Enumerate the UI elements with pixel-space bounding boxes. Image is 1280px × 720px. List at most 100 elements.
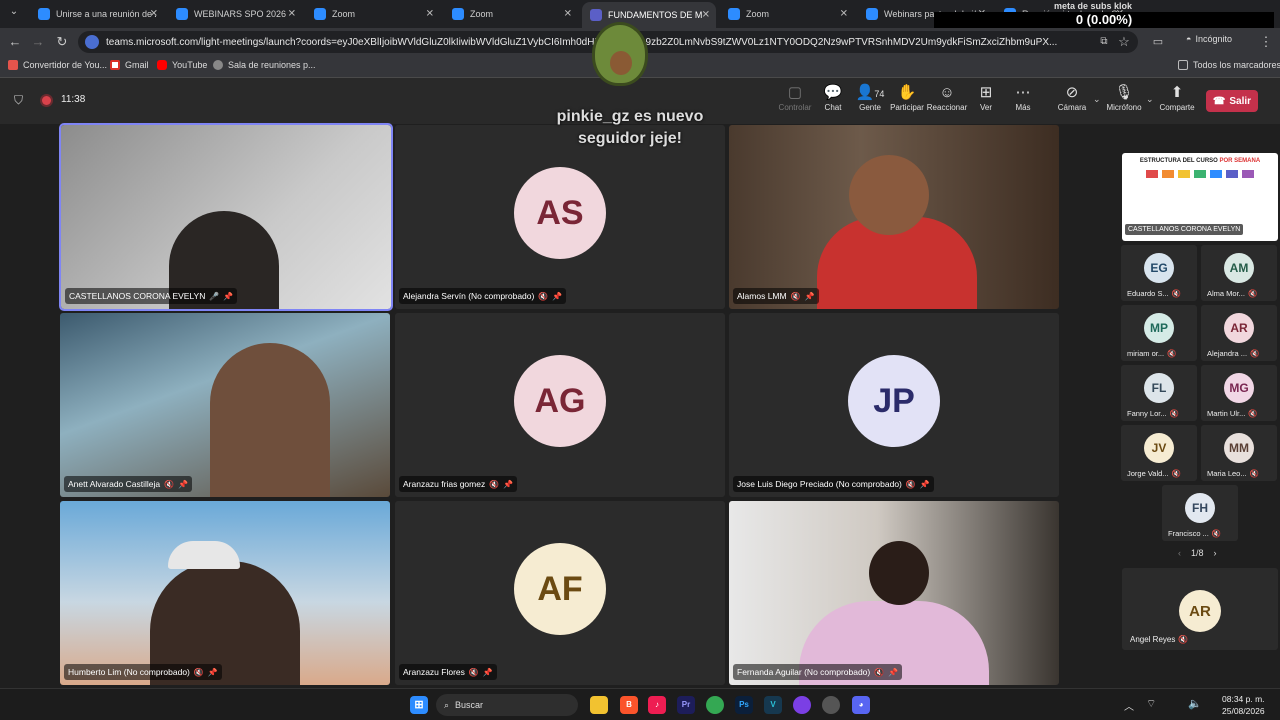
participant-tile-avatar[interactable]: AF Aranzazu Flores 🔇 📌 [395,501,725,685]
leave-button[interactable]: ☎ Salir [1206,90,1258,112]
browser-tab-strip: ⌄ Unirse a una reunión de Z ✕ WEBINARS SPO… [0,0,1280,28]
vscode-icon[interactable]: V [764,696,782,714]
participant-nameplate: miriam or... 🔇 [1127,349,1176,358]
browser-tab[interactable]: Zoom ✕ [444,3,578,25]
camera-options-chevron-icon[interactable]: ⌄ [1093,94,1101,105]
participant-tile-small[interactable]: MP miriam or... 🔇 [1121,305,1197,361]
pin-icon: 📌 [178,479,189,489]
all-bookmarks-folder[interactable]: Todos los marcadores [1178,60,1280,70]
zoom-icon [866,8,878,20]
mic-options-chevron-icon[interactable]: ⌄ [1146,94,1154,105]
meeting-stage: CASTELLANOS CORONA EVELYN 🎤 📌 AS Alejandra… [0,123,1280,688]
translate-icon[interactable]: ⧉ [1094,32,1114,52]
participant-tile-small[interactable]: AM Alma Mor... 🔇 [1201,245,1277,301]
camera-button[interactable]: ⊘ Cámara [1050,84,1094,112]
mic-off-icon: 🔇 [874,667,885,677]
side-panel-icon[interactable]: ▭ [1148,32,1168,52]
app-circle-icon[interactable] [793,696,811,714]
close-tab-icon[interactable]: ✕ [426,9,434,20]
incognito-badge[interactable]: ◓ Incógnito [1186,34,1232,44]
participant-avatar: MM [1224,433,1254,463]
participant-tile-avatar[interactable]: AR Angel Reyes 🔇 [1122,568,1278,650]
file-explorer-icon[interactable] [590,696,608,714]
pager-next-icon[interactable]: › [1214,548,1217,558]
participant-tile-avatar[interactable]: AS Alejandra Servín (No comprobado) 🔇 📌 [395,125,725,309]
participant-avatar: MG [1224,373,1254,403]
clock[interactable]: 08:34 p. m. 25/08/2026 [1222,693,1265,717]
tab-title: WEBINARS SPO 2026 [194,9,287,19]
participant-tile-avatar[interactable]: JP Jose Luis Diego Preciado (No comproba… [729,313,1059,497]
tray-chevron-icon[interactable]: ︿ [1124,698,1134,713]
participant-tile-small[interactable]: FH Francisco ... 🔇 [1162,485,1238,541]
tab-title: Zoom [332,9,356,19]
incognito-icon: ◓ [1186,34,1192,44]
tab-title: Unirse a una reunión de Z [56,9,156,19]
participant-tile-video[interactable]: Fernanda Aguilar (No comprobado) 🔇 📌 [729,501,1059,685]
wifi-icon[interactable]: ⌔ [1146,697,1156,711]
premiere-icon[interactable]: Pr [677,696,695,714]
browser-tab[interactable]: Zoom ✕ [720,3,854,25]
chrome-alt-icon[interactable] [822,696,840,714]
browser-tab[interactable]: WEBINARS SPO 2026 ✕ [168,3,302,25]
participant-tile-small[interactable]: JV Jorge Vald... 🔇 [1121,425,1197,481]
browser-tab[interactable]: Zoom ✕ [306,3,440,25]
smile-icon: ☺ [939,84,955,101]
close-tab-icon[interactable]: ✕ [150,9,158,20]
bookmark-youtube-converter[interactable]: Convertidor de You... [8,60,107,70]
avocado-pit [610,51,632,75]
participant-tile-video[interactable]: Humberto Lim (No comprobado) 🔇 📌 [60,501,390,685]
bookmark-youtube[interactable]: YouTube [157,60,207,70]
back-icon[interactable]: ← [5,32,25,52]
mic-off-icon: 🔇 [193,667,204,677]
brave-browser-icon[interactable]: B [620,696,638,714]
pin-icon: 📌 [804,291,815,301]
discord-icon[interactable]: ◕ [852,696,870,714]
pager-prev-icon[interactable]: ‹ [1178,548,1181,558]
tiktok-icon[interactable]: ♪ [648,696,666,714]
close-tab-icon[interactable]: ✕ [288,9,296,20]
react-button[interactable]: ☺ Reaccionar [925,84,969,112]
close-tab-icon[interactable]: ✕ [840,9,848,20]
participant-tile-video[interactable]: Alamos LMM 🔇 📌 [729,125,1059,309]
tab-title: FUNDAMENTOS DE M [608,10,703,20]
browser-tab[interactable]: Unirse a una reunión de Z ✕ [30,3,164,25]
participant-tile-small[interactable]: AR Alejandra ... 🔇 [1201,305,1277,361]
participant-tile-video[interactable]: CASTELLANOS CORONA EVELYN 🎤 📌 [59,123,393,311]
participant-avatar: JP [848,355,940,447]
gallery-pager: ‹ 1/8 › [1178,548,1217,558]
forward-icon[interactable]: → [28,32,48,52]
bookmark-star-icon[interactable]: ☆ [1114,32,1134,52]
participant-tile-small[interactable]: EG Eduardo S... 🔇 [1121,245,1197,301]
share-button[interactable]: ⬆ Comparte [1155,84,1199,112]
participant-tile-small[interactable]: MM Maria Leo... 🔇 [1201,425,1277,481]
shared-content-preview[interactable]: ESTRUCTURA DEL CURSO POR SEMANA CASTELLA… [1122,153,1278,241]
participant-tile-video[interactable]: Anett Alvarado Castilleja 🔇 📌 [60,313,390,497]
reload-icon[interactable]: ↻ [52,32,72,52]
raise-hand-button[interactable]: ✋ Participar [885,84,929,112]
share-icon: ⬆ [1170,84,1184,101]
more-button[interactable]: ⋯ Más [1001,84,1045,112]
browser-tab[interactable]: FUNDAMENTOS DE M ✕ [582,2,716,28]
photoshop-icon[interactable]: Ps [735,696,753,714]
microphone-button[interactable]: 🎙 Micrófono [1102,84,1146,112]
participant-tile-avatar[interactable]: AG Aranzazu frias gomez 🔇 📌 [395,313,725,497]
participant-tile-small[interactable]: MG Martin Ulr... 🔇 [1201,365,1277,421]
taskbar-search[interactable]: ⌕ Buscar [436,694,578,716]
camera-off-icon: ⊘ [1065,84,1079,101]
browser-menu-icon[interactable]: ⋮ [1256,32,1276,52]
site-info-icon[interactable] [85,35,99,49]
volume-icon[interactable]: 🔈 [1188,697,1202,710]
tab-list-chevron-icon[interactable]: ⌄ [6,6,22,22]
converter-icon [8,60,18,70]
zoom-icon [728,8,740,20]
hand-icon: ✋ [897,84,917,101]
phone-hangup-icon: ☎ [1212,95,1226,107]
chrome-icon[interactable] [706,696,724,714]
bookmark-meeting-room[interactable]: Sala de reuniones p... [213,60,316,70]
participant-tile-small[interactable]: FL Fanny Lor... 🔇 [1121,365,1197,421]
close-tab-icon[interactable]: ✕ [702,10,710,21]
windows-start-icon[interactable]: ⊞ [410,696,428,714]
bookmark-gmail[interactable]: Gmail [110,60,149,70]
windows-taskbar: ⊞ ⌕ Buscar B ♪ Pr Ps V ◕ ︿ ⌔ 🔈 08:34 p. m… [0,688,1280,720]
close-tab-icon[interactable]: ✕ [564,9,572,20]
